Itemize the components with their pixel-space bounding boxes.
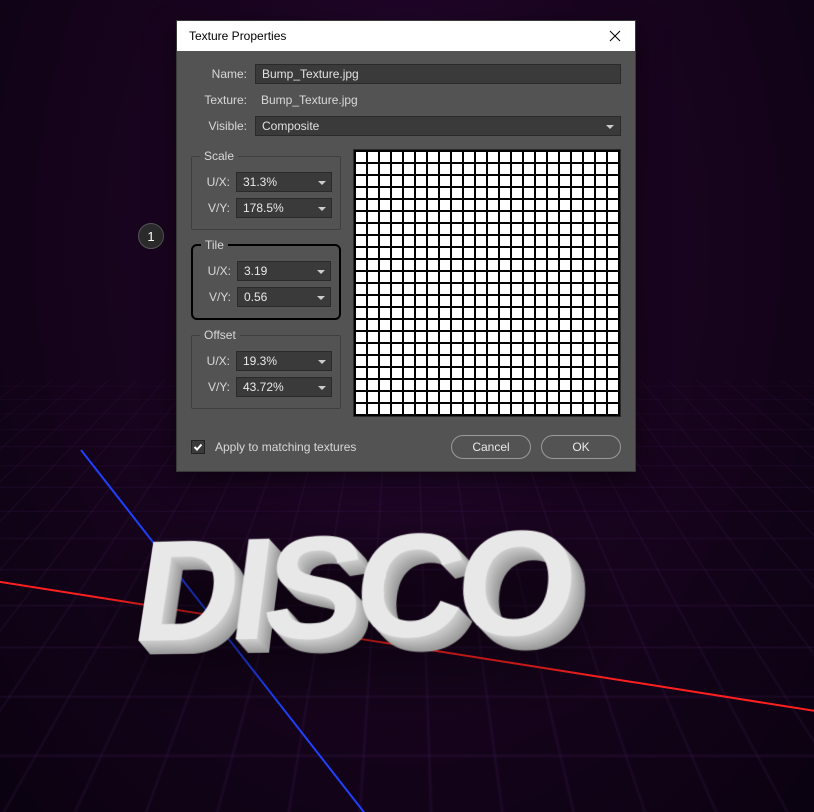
scale-vy-input[interactable]: 178.5% xyxy=(236,198,332,218)
dialog-titlebar[interactable]: Texture Properties xyxy=(177,21,635,51)
dialog-title: Texture Properties xyxy=(189,29,595,43)
offset-ux-label: U/X: xyxy=(200,354,230,368)
scale-group: Scale U/X: 31.3% V/Y: 178.5% xyxy=(191,149,341,230)
apply-matching-label: Apply to matching textures xyxy=(215,440,441,454)
visible-select[interactable]: Composite xyxy=(255,116,621,136)
ok-button[interactable]: OK xyxy=(541,435,621,459)
text-3d-object[interactable]: DISCO xyxy=(123,496,574,675)
close-button[interactable] xyxy=(595,21,635,51)
visible-label: Visible: xyxy=(191,119,247,133)
texture-preview xyxy=(353,149,621,417)
tile-vy-input[interactable]: 0.56 xyxy=(237,287,331,307)
check-icon xyxy=(193,442,203,452)
scale-vy-label: V/Y: xyxy=(200,201,230,215)
offset-vy-input[interactable]: 43.72% xyxy=(236,377,332,397)
offset-group: Offset U/X: 19.3% V/Y: 43.72% xyxy=(191,328,341,409)
tile-vy-label: V/Y: xyxy=(201,290,231,304)
offset-ux-input[interactable]: 19.3% xyxy=(236,351,332,371)
tile-ux-label: U/X: xyxy=(201,264,231,278)
scale-legend: Scale xyxy=(200,149,238,163)
apply-matching-checkbox[interactable] xyxy=(191,440,205,454)
scale-ux-label: U/X: xyxy=(200,175,230,189)
offset-vy-label: V/Y: xyxy=(200,380,230,394)
tile-group: Tile U/X: 3.19 V/Y: 0.56 xyxy=(191,238,341,320)
cancel-button[interactable]: Cancel xyxy=(451,435,531,459)
name-label: Name: xyxy=(191,67,247,81)
tile-legend: Tile xyxy=(201,238,228,252)
texture-properties-dialog: Texture Properties Name: Texture: Bump_T… xyxy=(176,20,636,472)
texture-label: Texture: xyxy=(191,93,247,107)
texture-value: Bump_Texture.jpg xyxy=(255,93,621,107)
name-input[interactable] xyxy=(255,64,621,84)
close-icon xyxy=(609,30,621,42)
offset-legend: Offset xyxy=(200,328,240,342)
scale-ux-input[interactable]: 31.3% xyxy=(236,172,332,192)
callout-badge-1: 1 xyxy=(138,223,164,249)
visible-select-value: Composite xyxy=(262,119,319,133)
tile-ux-input[interactable]: 3.19 xyxy=(237,261,331,281)
